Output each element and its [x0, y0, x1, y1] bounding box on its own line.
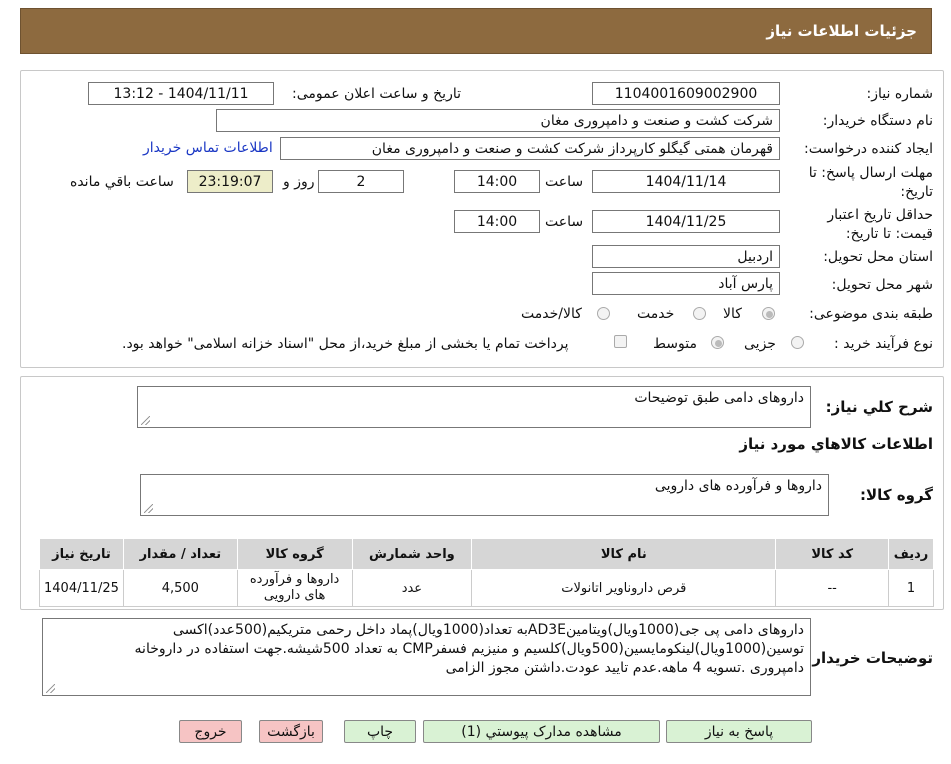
price-validity-label: حداقل تاریخ اعتبار قیمت: تا تاریخ:: [827, 207, 933, 242]
reply-days-field: 2: [318, 170, 404, 193]
city-field: پارس آباد: [592, 272, 780, 295]
description-title: شرح کلي نياز:: [825, 398, 933, 416]
col-row: رديف: [888, 538, 934, 570]
category-option-goods-service: کالا/خدمت: [521, 306, 582, 322]
buyer-notes-label: توضیحات خریدار:: [806, 649, 933, 667]
attachments-button[interactable]: مشاهده مدارک پیوستي (1): [423, 720, 660, 743]
col-group: گروه کالا: [236, 538, 353, 570]
buyer-org-field: شرکت کشت و صنعت و دامپروری مغان: [216, 109, 780, 132]
treasury-payment-checkbox[interactable]: [614, 335, 627, 348]
category-label: طبقه بندی موضوعی:: [809, 306, 933, 322]
goods-group-label: گروه کالا:: [860, 486, 933, 504]
items-table: رديف کد کالا نام کالا واحد شمارش گروه کا…: [39, 538, 934, 607]
remaining-time-field: 23:19:07: [187, 170, 273, 193]
table-row[interactable]: 1 -- قرص داروناویر اتانولات عدد داروها و…: [39, 569, 934, 607]
need-number-label: شماره نیاز:: [866, 86, 934, 102]
price-validity-date-field: 1404/11/25: [592, 210, 780, 233]
category-option-goods: کالا: [723, 306, 742, 322]
col-code: کد کالا: [775, 538, 890, 570]
table-header-row: رديف کد کالا نام کالا واحد شمارش گروه کا…: [39, 538, 934, 570]
category-radio-goods-service[interactable]: [597, 307, 610, 320]
treasury-payment-note: پرداخت تمام یا بخشی از مبلغ خرید،از محل …: [122, 336, 569, 352]
resize-grip-icon[interactable]: [46, 684, 55, 693]
buyer-contact-link[interactable]: اطلاعات تماس خریدار: [143, 140, 273, 156]
buyer-notes-line: دامپروری .تسویه 4 ماهه.عدم تایید عودت.دا…: [445, 660, 804, 676]
page-title: جزئیات اطلاعات نیاز: [766, 22, 917, 40]
goods-group-text: داروها و فرآورده های دارویی: [654, 478, 822, 494]
cell-code: --: [775, 569, 890, 607]
category-radio-service[interactable]: [693, 307, 706, 320]
category-option-service: خدمت: [637, 306, 675, 322]
description-field: داروهای دامی طبق توضیحات: [137, 386, 811, 428]
remaining-time-label: ساعت باقي مانده: [70, 174, 174, 190]
col-name: نام کالا: [471, 538, 777, 570]
col-date: تاريخ نياز: [39, 538, 124, 570]
col-qty: تعداد / مقدار: [122, 538, 238, 570]
reply-date-field: 1404/11/14: [592, 170, 780, 193]
need-number-field: 1104001609002900: [592, 82, 780, 105]
category-radio-goods[interactable]: [762, 307, 775, 320]
reply-deadline-label: مهلت ارسال پاسخ: تا تاریخ:: [808, 165, 933, 200]
buyer-notes-field: داروهای دامی پی جی(1000ویال)ویتامینAD3Eب…: [42, 618, 811, 696]
cell-name: قرص داروناویر اتانولات: [471, 569, 777, 607]
process-radio-medium[interactable]: [711, 336, 724, 349]
creator-label: ایجاد کننده درخواست:: [804, 141, 933, 157]
cell-unit: عدد: [351, 569, 473, 607]
goods-info-title: اطلاعات کالاهاي مورد نياز: [739, 435, 933, 453]
price-validity-time-label: ساعت: [545, 214, 584, 230]
process-radio-minor[interactable]: [791, 336, 804, 349]
cell-date: 1404/11/25: [39, 569, 124, 607]
description-text: داروهای دامی طبق توضیحات: [634, 390, 804, 406]
exit-button[interactable]: خروج: [179, 720, 242, 743]
reply-button[interactable]: پاسخ به نیاز: [666, 720, 812, 743]
reply-time-label: ساعت: [545, 174, 584, 190]
col-unit: واحد شمارش: [351, 538, 473, 570]
buyer-notes-line: توسین(1000ویال)لینکومایسین(500ویال)کلسیم…: [134, 641, 804, 657]
print-button[interactable]: چاپ: [344, 720, 416, 743]
resize-grip-icon[interactable]: [141, 416, 150, 425]
province-field: اردبیل: [592, 245, 780, 268]
buyer-notes-line: داروهای دامی پی جی(1000ویال)ویتامینAD3Eب…: [172, 622, 804, 638]
reply-days-label: روز و: [283, 174, 315, 190]
process-label: نوع فرآیند خرید :: [834, 336, 933, 352]
goods-group-field: داروها و فرآورده های دارویی: [140, 474, 829, 516]
cell-qty: 4,500: [122, 569, 238, 607]
reply-time-field: 14:00: [454, 170, 540, 193]
cell-row: 1: [888, 569, 934, 607]
process-option-medium: متوسط: [653, 336, 697, 352]
resize-grip-icon[interactable]: [144, 504, 153, 513]
process-option-minor: جزیی: [744, 336, 776, 352]
province-label: استان محل تحویل:: [823, 249, 933, 265]
page-header: جزئیات اطلاعات نیاز: [20, 8, 932, 54]
cell-group: داروها و فرآورده های دارویی: [236, 569, 353, 607]
price-validity-time-field: 14:00: [454, 210, 540, 233]
back-button[interactable]: بازگشت: [259, 720, 323, 743]
announce-label: تاریخ و ساعت اعلان عمومی:: [292, 86, 461, 102]
buyer-org-label: نام دستگاه خریدار:: [822, 113, 933, 129]
announce-field: 1404/11/11 - 13:12: [88, 82, 274, 105]
city-label: شهر محل تحویل:: [831, 277, 933, 293]
creator-field: قهرمان همتی گیگلو کارپرداز شرکت کشت و صن…: [280, 137, 780, 160]
